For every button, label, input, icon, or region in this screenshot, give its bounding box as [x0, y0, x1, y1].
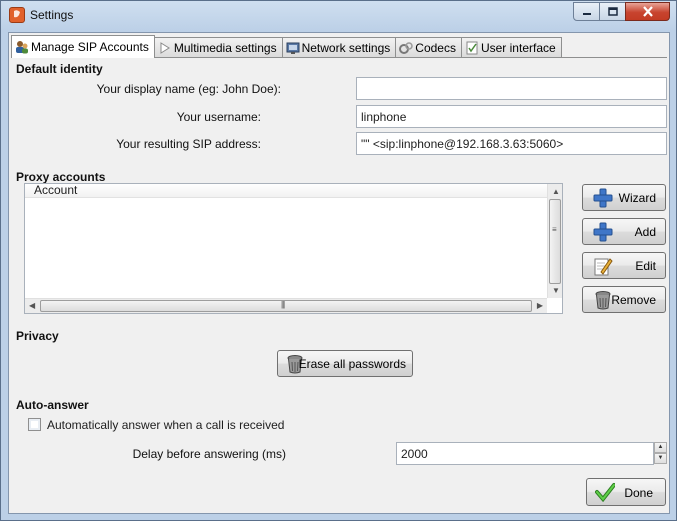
add-button[interactable]: Add [582, 218, 666, 245]
scroll-right-arrow-icon[interactable]: ▶ [537, 301, 543, 310]
edit-button[interactable]: Edit [582, 252, 666, 279]
remove-button-label: Remove [611, 293, 656, 307]
tab-manage-sip-accounts[interactable]: Manage SIP Accounts [11, 35, 155, 58]
proxy-accounts-title: Proxy accounts [16, 170, 106, 184]
settings-window: Settings Manage SIP Accounts Multimedia … [0, 0, 677, 521]
tab-label: User interface [480, 41, 556, 55]
scroll-up-arrow-icon[interactable]: ▲ [552, 187, 560, 196]
tab-user-interface[interactable]: User interface [460, 37, 562, 58]
window-title: Settings [30, 8, 74, 22]
display-name-input[interactable] [356, 77, 667, 100]
account-column-header[interactable]: Account [25, 184, 547, 198]
accounts-icon [16, 41, 28, 54]
auto-answer-title: Auto-answer [16, 398, 89, 412]
plus-icon [593, 222, 613, 242]
username-label: Your username: [176, 110, 261, 124]
dialog-content: Manage SIP Accounts Multimedia settings … [8, 32, 670, 514]
add-button-label: Add [634, 225, 656, 239]
erase-all-passwords-label: Erase all passwords [298, 357, 406, 371]
spin-down-icon[interactable]: ▼ [654, 453, 667, 464]
tab-codecs[interactable]: Codecs [395, 37, 462, 58]
plus-icon [593, 188, 613, 208]
tab-network-settings[interactable]: Network settings [281, 37, 397, 58]
done-button[interactable]: Done [586, 478, 666, 506]
maximize-icon [607, 7, 618, 16]
manage-sip-accounts-panel: Default identity Your display name (eg: … [11, 57, 667, 471]
tab-label: Network settings [301, 41, 391, 55]
maximize-button[interactable] [599, 2, 626, 21]
tab-label: Codecs [415, 41, 456, 55]
default-identity-title: Default identity [16, 62, 103, 76]
auto-answer-checkbox[interactable] [28, 418, 41, 431]
remove-button[interactable]: Remove [582, 286, 666, 313]
close-icon [642, 6, 653, 17]
settings-tabs: Manage SIP Accounts Multimedia settings … [11, 35, 562, 58]
username-input[interactable]: linphone [356, 105, 667, 128]
minimize-button[interactable] [573, 2, 600, 21]
play-icon [160, 42, 170, 54]
linphone-app-icon [9, 7, 25, 23]
sip-address-label: Your resulting SIP address: [116, 137, 261, 151]
scroll-left-arrow-icon[interactable]: ◀ [29, 301, 35, 310]
wizard-button[interactable]: Wizard [582, 184, 666, 211]
minimize-icon [582, 12, 591, 15]
vertical-scrollbar[interactable]: ▲ ≡ ▼ [547, 184, 562, 298]
tab-label: Multimedia settings [173, 41, 277, 55]
codecs-icon [399, 42, 414, 54]
delay-input[interactable]: 2000 [396, 442, 654, 465]
auto-answer-checkbox-label[interactable]: Automatically answer when a call is rece… [47, 418, 284, 432]
done-button-label: Done [624, 486, 653, 500]
edit-button-label: Edit [635, 259, 656, 273]
grip-icon: ||| [281, 300, 285, 309]
erase-all-passwords-button[interactable]: Erase all passwords [277, 350, 413, 377]
proxy-accounts-list[interactable]: Account ▲ ≡ ▼ ◀ ||| ▶ [24, 183, 563, 314]
spin-up-icon[interactable]: ▲ [654, 442, 667, 453]
privacy-title: Privacy [16, 329, 59, 343]
close-button[interactable] [625, 2, 670, 21]
tab-label: Manage SIP Accounts [31, 40, 149, 54]
edit-icon [594, 258, 613, 276]
scroll-down-arrow-icon[interactable]: ▼ [552, 286, 560, 295]
title-bar[interactable]: Settings [1, 1, 676, 30]
wizard-button-label: Wizard [618, 191, 656, 205]
delay-label: Delay before answering (ms) [132, 447, 286, 461]
display-name-label: Your display name (eg: John Doe): [96, 82, 281, 96]
tab-multimedia-settings[interactable]: Multimedia settings [153, 37, 283, 58]
window-controls [573, 2, 670, 22]
sip-address-field: "" <sip:linphone@192.168.3.63:5060> [356, 132, 667, 155]
trash-icon [595, 291, 611, 310]
network-icon [286, 42, 300, 54]
delay-spinner[interactable]: ▲ ▼ [654, 442, 667, 465]
horizontal-scroll-thumb[interactable]: ||| [40, 300, 532, 312]
user-interface-icon [466, 41, 478, 55]
horizontal-scrollbar[interactable]: ◀ ||| ▶ [25, 298, 547, 313]
checkmark-icon [595, 483, 615, 502]
grip-icon: ≡ [552, 225, 557, 234]
vertical-scroll-thumb[interactable]: ≡ [549, 199, 561, 284]
